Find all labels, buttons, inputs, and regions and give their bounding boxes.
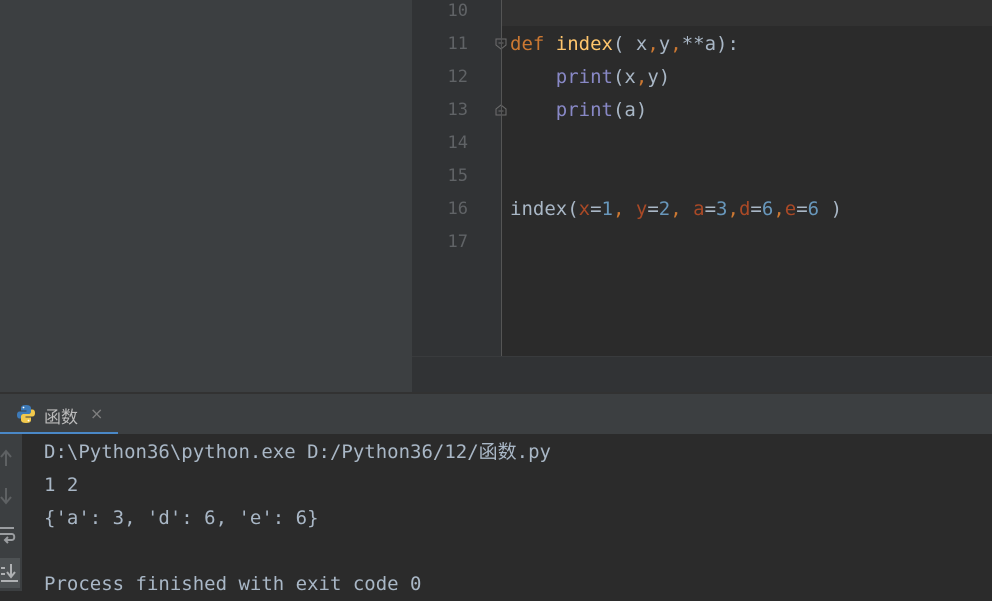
number: 2: [658, 198, 671, 220]
kwarg-name: e: [784, 198, 797, 220]
equals: =: [704, 198, 717, 220]
builtin-print: print: [555, 99, 613, 121]
code-line-print-xy[interactable]: print(x,y): [510, 61, 670, 94]
param-kwargs: **a: [681, 33, 717, 55]
builtin-print: print: [555, 66, 613, 88]
editor-horizontal-scrollbar[interactable]: [412, 356, 992, 393]
run-tab[interactable]: 函数 ×: [0, 394, 118, 436]
paren: (: [612, 33, 625, 55]
comma: ,: [635, 66, 648, 88]
code-line-call[interactable]: index(x=1, y=2, a=3,d=6,e=6 ): [510, 193, 842, 226]
equals: =: [750, 198, 762, 220]
console-output-line: 1 2: [44, 474, 79, 496]
tab-label: 函数: [44, 408, 78, 428]
line-number: 12: [447, 67, 468, 87]
equals: =: [590, 198, 602, 220]
kwarg-name: x: [578, 198, 591, 220]
python-icon: [17, 405, 35, 423]
close-paren: ): [819, 198, 843, 220]
line-number: 10: [447, 1, 468, 21]
line-number: 16: [447, 199, 468, 219]
caret-line-highlight: [502, 0, 992, 26]
run-console-output[interactable]: D:\Python36\python.exe D:/Python36/12/函数…: [22, 434, 992, 595]
param-x: x: [624, 33, 648, 55]
run-tool-window-header: 函数 ×: [0, 392, 992, 436]
code-editor[interactable]: 10 11 12 13 14 15 16 17 def index( x,y,*…: [412, 0, 992, 393]
console-command-line: D:\Python36\python.exe D:/Python36/12/函数…: [44, 441, 551, 463]
code-line-def[interactable]: def index( x,y,**a):: [510, 28, 739, 61]
line-number: 11: [447, 34, 468, 54]
comma: ,: [727, 198, 739, 220]
console-exit-line: Process finished with exit code 0: [44, 573, 422, 595]
arrow-down-icon[interactable]: [0, 484, 20, 508]
param-y: y: [658, 33, 671, 55]
line-number: 15: [447, 166, 468, 186]
args: (a): [612, 99, 648, 121]
equals: =: [796, 198, 808, 220]
code-line-print-a[interactable]: print(a): [510, 94, 648, 127]
number: 3: [716, 198, 728, 220]
args: (x: [612, 66, 636, 88]
run-toolbar: [0, 434, 22, 591]
kwarg-name: d: [738, 198, 751, 220]
args: y): [647, 66, 671, 88]
keyword: def: [510, 33, 545, 55]
indent-guide: [501, 0, 502, 356]
kwarg-name: a: [693, 198, 705, 220]
number: 1: [601, 198, 613, 220]
soft-wrap-icon[interactable]: [0, 522, 20, 546]
comma: ,: [613, 198, 636, 220]
kwarg-name: y: [635, 198, 648, 220]
line-number: 17: [447, 232, 468, 252]
number: 6: [761, 198, 774, 220]
number: 6: [807, 198, 820, 220]
project-panel: [0, 0, 412, 392]
arrow-up-icon[interactable]: [0, 446, 20, 470]
line-number: 13: [447, 100, 468, 120]
equals: =: [647, 198, 659, 220]
comma: ,: [647, 33, 659, 55]
scroll-to-end-button[interactable]: [0, 558, 20, 588]
call-name: index(: [510, 198, 579, 220]
paren-colon: ):: [716, 33, 739, 55]
close-icon[interactable]: ×: [90, 404, 103, 423]
line-number: 14: [447, 133, 468, 153]
scroll-to-end-icon: [1, 564, 18, 582]
comma: ,: [670, 198, 694, 220]
comma: ,: [670, 33, 682, 55]
comma: ,: [773, 198, 785, 220]
function-name: index: [555, 33, 613, 55]
console-output-line: {'a': 3, 'd': 6, 'e': 6}: [44, 507, 319, 529]
